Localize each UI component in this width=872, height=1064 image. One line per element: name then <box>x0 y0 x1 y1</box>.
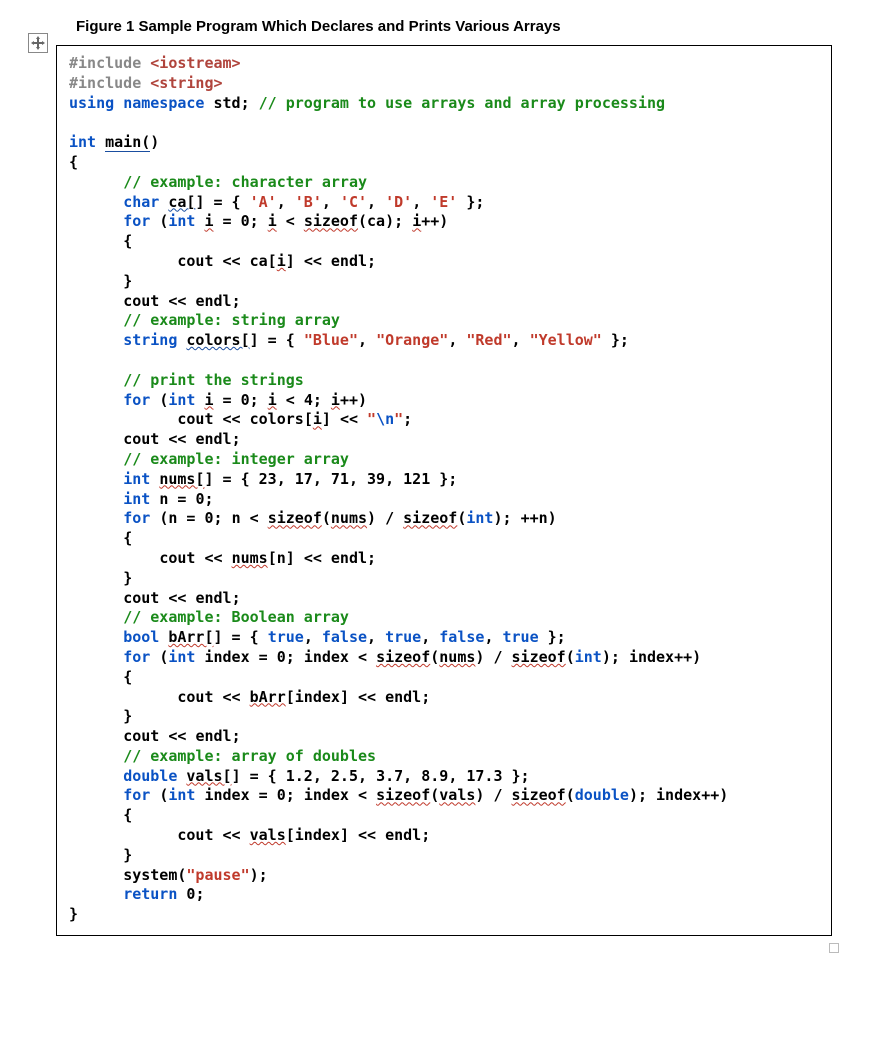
preprocessor: #include <box>69 74 141 92</box>
comment: // print the strings <box>123 371 304 389</box>
code-block: #include <iostream> #include <string> us… <box>56 45 832 936</box>
main-fn: main( <box>105 133 150 152</box>
preprocessor: #include <box>69 54 141 72</box>
kw-int: int <box>69 133 96 151</box>
header-iostream: <iostream> <box>150 54 240 72</box>
move-handle-icon[interactable] <box>28 33 48 53</box>
kw-using: using <box>69 94 114 112</box>
header-string: <string> <box>150 74 222 92</box>
comment: // example: string array <box>123 311 340 329</box>
page: Figure 1 Sample Program Which Declares a… <box>0 0 872 1064</box>
comment: // example: Boolean array <box>123 608 349 626</box>
comment: // example: integer array <box>123 450 349 468</box>
comment: // example: character array <box>123 173 367 191</box>
resize-handle-icon[interactable] <box>829 943 839 953</box>
std: std <box>214 94 241 112</box>
figure-caption: Figure 1 Sample Program Which Declares a… <box>76 18 832 35</box>
comment: // program to use arrays and array proce… <box>259 94 665 112</box>
kw-namespace: namespace <box>123 94 204 112</box>
comment: // example: array of doubles <box>123 747 376 765</box>
